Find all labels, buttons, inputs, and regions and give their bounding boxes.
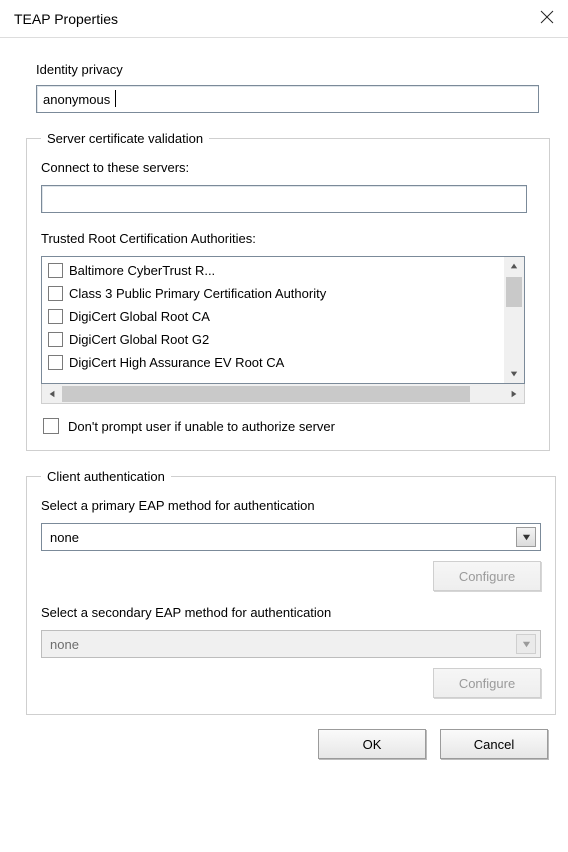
secondary-configure-button: Configure	[433, 668, 541, 698]
ok-button[interactable]: OK	[318, 729, 426, 759]
identity-privacy-input[interactable]	[36, 85, 539, 113]
scroll-up-button[interactable]	[504, 257, 524, 275]
identity-privacy-label: Identity privacy	[36, 62, 550, 77]
checkbox[interactable]	[48, 309, 63, 324]
list-item-label: DigiCert Global Root G2	[69, 332, 209, 347]
list-item[interactable]: DigiCert High Assurance EV Root CA	[42, 351, 524, 374]
chevron-down-icon	[522, 533, 531, 542]
dont-prompt-label: Don't prompt user if unable to authorize…	[68, 419, 335, 434]
list-item[interactable]: DigiCert Global Root G2	[42, 328, 524, 351]
dont-prompt-checkbox[interactable]	[43, 418, 59, 434]
list-item-label: Baltimore CyberTrust R...	[69, 263, 215, 278]
horizontal-scrollbar[interactable]	[41, 384, 525, 404]
secondary-eap-label: Select a secondary EAP method for authen…	[41, 605, 541, 620]
server-certificate-validation-group: Server certificate validation Connect to…	[26, 131, 550, 451]
window-title: TEAP Properties	[14, 11, 118, 27]
secondary-eap-value: none	[50, 637, 79, 652]
checkbox[interactable]	[48, 286, 63, 301]
scroll-right-button[interactable]	[504, 384, 524, 403]
dropdown-button[interactable]	[516, 527, 536, 547]
checkbox[interactable]	[48, 332, 63, 347]
primary-configure-button[interactable]: Configure	[433, 561, 541, 591]
list-item[interactable]: DigiCert Global Root CA	[42, 305, 524, 328]
secondary-eap-select: none	[41, 630, 541, 658]
chevron-down-icon	[510, 370, 518, 378]
list-item[interactable]: Baltimore CyberTrust R...	[42, 259, 524, 282]
scroll-down-button[interactable]	[504, 365, 524, 383]
list-item-label: Class 3 Public Primary Certification Aut…	[69, 286, 326, 301]
close-icon	[540, 10, 554, 24]
close-button[interactable]	[540, 10, 554, 27]
trusted-root-ca-list[interactable]: Baltimore CyberTrust R... Class 3 Public…	[41, 256, 525, 384]
cancel-button[interactable]: Cancel	[440, 729, 548, 759]
server-certificate-validation-legend: Server certificate validation	[41, 131, 209, 146]
dropdown-button	[516, 634, 536, 654]
titlebar: TEAP Properties	[0, 0, 568, 38]
list-item[interactable]: Class 3 Public Primary Certification Aut…	[42, 282, 524, 305]
trusted-root-ca-label: Trusted Root Certification Authorities:	[41, 231, 535, 246]
chevron-right-icon	[510, 390, 518, 398]
text-caret	[115, 90, 116, 107]
scroll-left-button[interactable]	[42, 384, 62, 403]
connect-to-servers-input[interactable]	[41, 185, 527, 213]
connect-to-servers-label: Connect to these servers:	[41, 160, 535, 175]
chevron-left-icon	[48, 390, 56, 398]
client-authentication-group: Client authentication Select a primary E…	[26, 469, 556, 715]
scrollbar-thumb[interactable]	[506, 277, 522, 307]
vertical-scrollbar[interactable]	[504, 257, 524, 383]
primary-eap-value: none	[50, 530, 79, 545]
checkbox[interactable]	[48, 355, 63, 370]
checkbox[interactable]	[48, 263, 63, 278]
list-item-label: DigiCert High Assurance EV Root CA	[69, 355, 284, 370]
chevron-down-icon	[522, 640, 531, 649]
scrollbar-thumb[interactable]	[62, 386, 470, 402]
list-item-label: DigiCert Global Root CA	[69, 309, 210, 324]
client-authentication-legend: Client authentication	[41, 469, 171, 484]
chevron-up-icon	[510, 262, 518, 270]
primary-eap-label: Select a primary EAP method for authenti…	[41, 498, 541, 513]
primary-eap-select[interactable]: none	[41, 523, 541, 551]
